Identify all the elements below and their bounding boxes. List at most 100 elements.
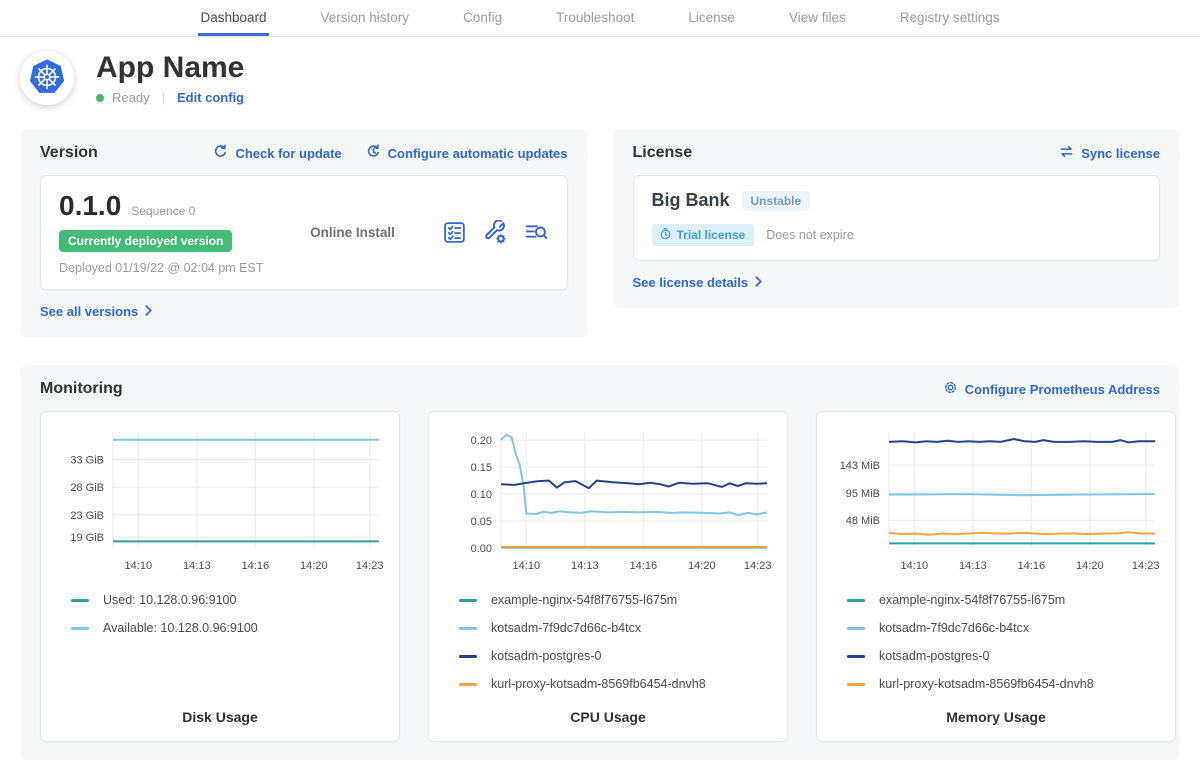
svg-text:14:10: 14:10 <box>125 560 153 572</box>
memory-usage-card: 14:1014:1314:1614:2014:23143 MiB95 MiB48… <box>816 411 1176 742</box>
see-all-versions-link[interactable]: See all versions <box>40 304 152 319</box>
tab-troubleshoot[interactable]: Troubleshoot <box>554 0 636 36</box>
cpu-usage-chart: 14:1014:1314:1614:2014:230.200.150.100.0… <box>445 424 771 579</box>
monitoring-panel: Monitoring Configure Prometheus Address … <box>20 365 1180 760</box>
legend-label: Available: 10.128.0.96:9100 <box>103 621 258 635</box>
legend-label: kotsadm-7f9dc7d66c-b4tcx <box>879 621 1029 635</box>
license-panel-title: License <box>633 144 693 162</box>
svg-text:0.05: 0.05 <box>471 516 492 528</box>
disk-usage-card: 14:10 14:13 14:16 14:20 14:23 33 GiB 28 GiB 23 … <box>40 411 400 742</box>
divider: | <box>158 90 169 105</box>
preflight-checklist-icon[interactable] <box>442 220 467 245</box>
deployed-timestamp: Deployed 01/19/22 @ 02:04 pm EST <box>59 261 263 275</box>
legend-item: kotsadm-7f9dc7d66c-b4tcx <box>847 621 1159 635</box>
memory-usage-chart: 14:1014:1314:1614:2014:23143 MiB95 MiB48… <box>833 424 1159 579</box>
legend-swatch <box>459 599 477 602</box>
page-title: App Name <box>96 51 244 84</box>
logs-magnifier-icon[interactable] <box>524 220 549 245</box>
svg-text:28 GiB: 28 GiB <box>70 482 104 494</box>
license-details-card: Big Bank Unstable Trial l <box>633 175 1161 261</box>
stopwatch-icon <box>659 227 672 243</box>
dashboard-page: App Name Ready | Edit config Version <box>0 37 1200 770</box>
svg-text:14:20: 14:20 <box>300 560 328 572</box>
tab-registry-settings[interactable]: Registry settings <box>898 0 1002 36</box>
svg-text:33 GiB: 33 GiB <box>70 455 104 467</box>
status-text: Ready <box>112 90 150 105</box>
chart-legend: example-nginx-54f8f76755-l675m kotsadm-7f… <box>833 593 1159 691</box>
tab-view-files[interactable]: View files <box>787 0 848 36</box>
wrench-gear-icon[interactable] <box>483 220 508 245</box>
app-logo <box>20 51 74 105</box>
svg-text:14:23: 14:23 <box>1132 560 1160 572</box>
sync-arrows-icon <box>1059 144 1074 162</box>
legend-swatch <box>459 683 477 686</box>
sync-license-button[interactable]: Sync license <box>1059 144 1160 162</box>
license-type-badge: Trial license <box>652 224 755 246</box>
legend-item: kurl-proxy-kotsadm-8569fb6454-dnvh8 <box>459 677 771 691</box>
chart-title: Memory Usage <box>833 691 1159 725</box>
legend-swatch <box>459 655 477 658</box>
legend-item: Available: 10.128.0.96:9100 <box>71 621 383 635</box>
edit-config-link[interactable]: Edit config <box>177 90 244 105</box>
svg-text:48 MiB: 48 MiB <box>846 515 880 527</box>
svg-text:0.20: 0.20 <box>471 435 492 447</box>
monitoring-title: Monitoring <box>40 380 123 398</box>
tab-dashboard[interactable]: Dashboard <box>198 0 268 36</box>
legend-item: kotsadm-postgres-0 <box>847 649 1159 663</box>
legend-item: kotsadm-postgres-0 <box>459 649 771 663</box>
chart-title: Disk Usage <box>57 691 383 725</box>
legend-label: kotsadm-postgres-0 <box>491 649 601 663</box>
svg-text:19 GiB: 19 GiB <box>70 532 104 544</box>
svg-text:14:10: 14:10 <box>901 560 929 572</box>
legend-swatch <box>847 655 865 658</box>
license-panel: License Sync license Big Bank Unstable <box>613 129 1181 308</box>
svg-text:14:16: 14:16 <box>1018 560 1046 572</box>
tab-version-history[interactable]: Version history <box>319 0 412 36</box>
legend-label: kurl-proxy-kotsadm-8569fb6454-dnvh8 <box>879 677 1094 691</box>
svg-text:95 MiB: 95 MiB <box>846 488 880 500</box>
svg-text:0.00: 0.00 <box>471 543 492 555</box>
svg-text:14:16: 14:16 <box>242 560 270 572</box>
legend-item: example-nginx-54f8f76755-l675m <box>459 593 771 607</box>
gear-icon <box>943 380 958 398</box>
svg-text:14:16: 14:16 <box>630 560 658 572</box>
top-navigation: Dashboard Version history Config Troublesho… <box>0 0 1200 37</box>
legend-swatch <box>847 599 865 602</box>
check-for-update-button[interactable]: Check for update <box>213 144 341 162</box>
legend-swatch <box>459 627 477 630</box>
chart-legend: example-nginx-54f8f76755-l675m kotsadm-7f… <box>445 593 771 691</box>
clock-refresh-icon <box>366 144 381 162</box>
chevron-right-icon <box>145 304 152 319</box>
chart-title: CPU Usage <box>445 691 771 725</box>
see-license-details-link[interactable]: See license details <box>633 275 763 290</box>
svg-text:0.15: 0.15 <box>471 462 492 474</box>
svg-text:14:13: 14:13 <box>959 560 987 572</box>
channel-badge: Unstable <box>742 191 811 211</box>
cpu-usage-card: 14:1014:1314:1614:2014:230.200.150.100.0… <box>428 411 788 742</box>
svg-text:23 GiB: 23 GiB <box>70 510 104 522</box>
app-header: App Name Ready | Edit config <box>20 37 1180 121</box>
legend-item: example-nginx-54f8f76755-l675m <box>847 593 1159 607</box>
current-version-card: 0.1.0 Sequence 0 Currently deployed vers… <box>40 175 568 290</box>
svg-text:14:23: 14:23 <box>744 560 772 572</box>
tab-config[interactable]: Config <box>461 0 504 36</box>
install-type-label: Online Install <box>310 225 395 240</box>
deployed-badge: Currently deployed version <box>59 230 232 252</box>
legend-label: example-nginx-54f8f76755-l675m <box>879 593 1065 607</box>
configure-automatic-updates-button[interactable]: Configure automatic updates <box>366 144 568 162</box>
svg-text:14:23: 14:23 <box>356 560 384 572</box>
chevron-right-icon <box>755 275 762 290</box>
disk-usage-chart: 14:10 14:13 14:16 14:20 14:23 33 GiB 28 GiB 23 … <box>57 424 383 579</box>
sequence-label: Sequence 0 <box>131 204 195 218</box>
svg-text:14:13: 14:13 <box>183 560 211 572</box>
svg-text:143 MiB: 143 MiB <box>840 460 880 472</box>
configure-prometheus-button[interactable]: Configure Prometheus Address <box>943 380 1160 398</box>
tab-license[interactable]: License <box>686 0 737 36</box>
legend-label: example-nginx-54f8f76755-l675m <box>491 593 677 607</box>
refresh-icon <box>213 144 228 162</box>
chart-legend: Used: 10.128.0.96:9100 Available: 10.128.… <box>57 593 383 635</box>
kubernetes-logo-icon <box>24 54 70 103</box>
legend-item: Used: 10.128.0.96:9100 <box>71 593 383 607</box>
svg-text:14:13: 14:13 <box>571 560 599 572</box>
legend-label: kotsadm-7f9dc7d66c-b4tcx <box>491 621 641 635</box>
